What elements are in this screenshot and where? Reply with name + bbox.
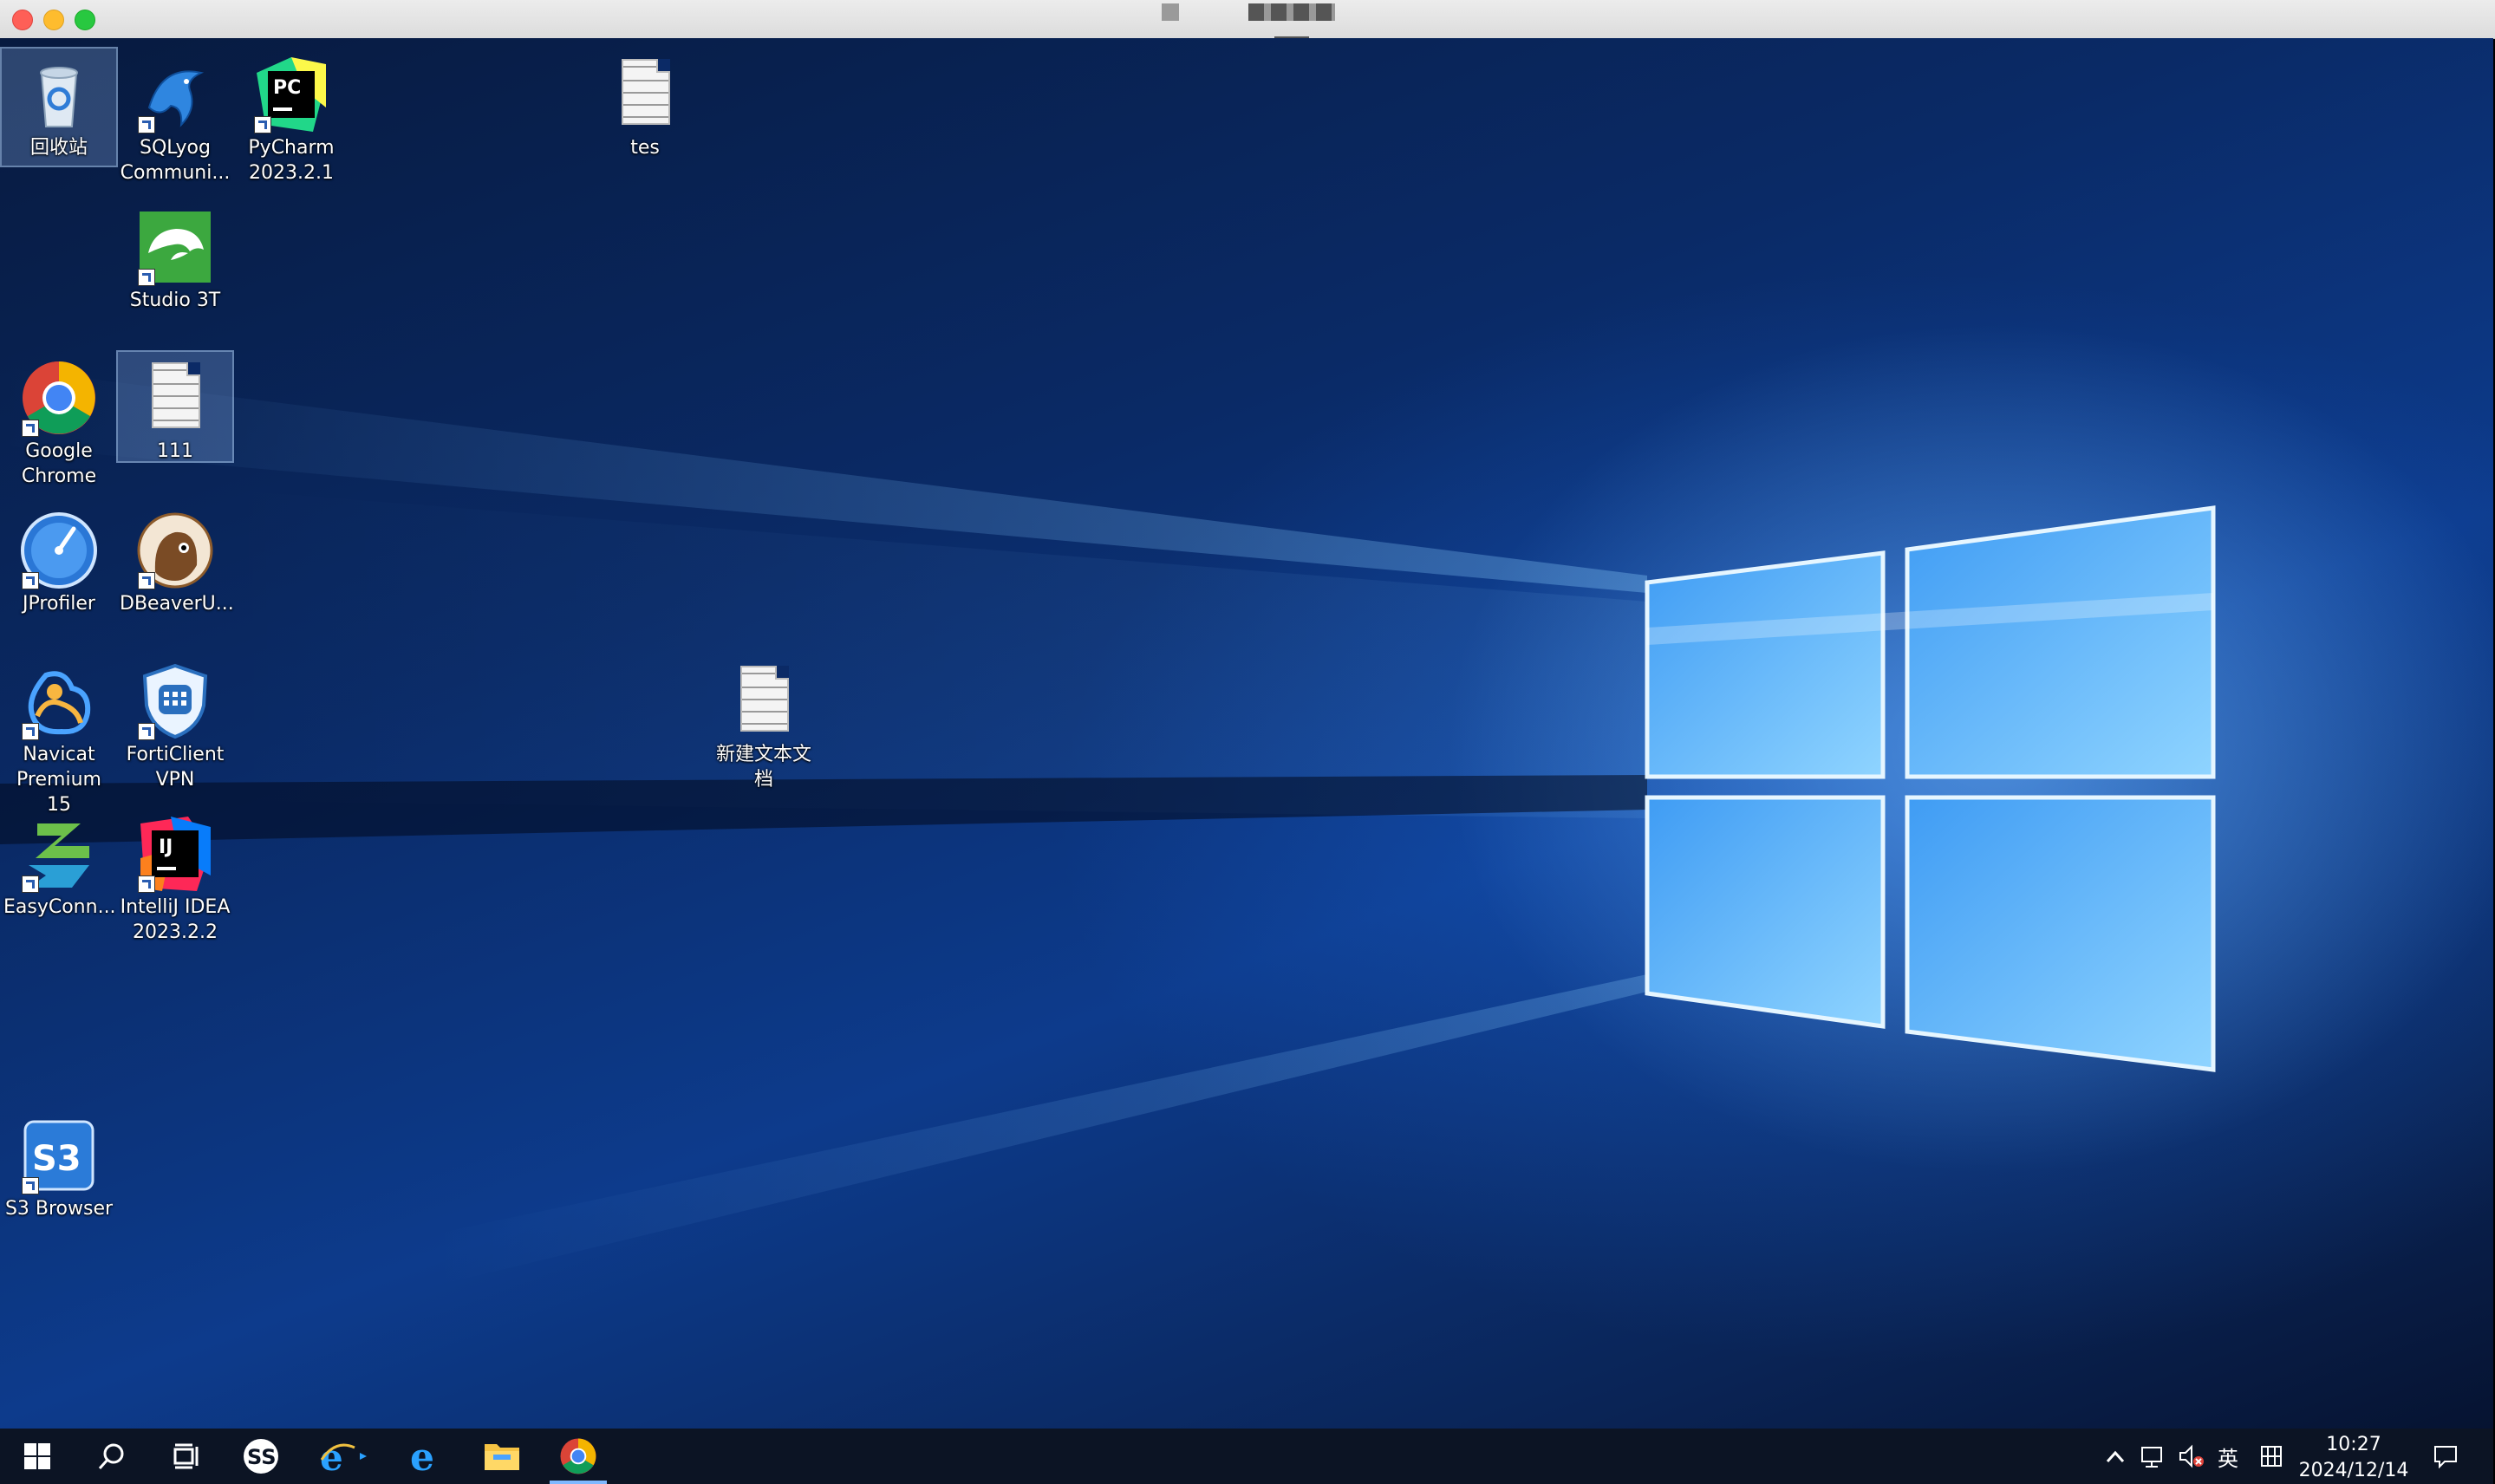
- volume-tray-button[interactable]: [2174, 1429, 2209, 1484]
- svg-text:SS: SS: [247, 1445, 277, 1469]
- chrome-icon: [560, 1438, 596, 1474]
- desktop-icon-s3-browser[interactable]: S3 S3 Browser: [2, 1110, 116, 1227]
- desktop-icon-label: PyCharm 2023.2.1: [248, 137, 335, 184]
- desktop-icon-dbeaver[interactable]: DBeaverU...: [118, 504, 234, 622]
- desktop-icon-label: tes: [630, 137, 660, 159]
- close-window-button[interactable]: [12, 10, 33, 30]
- desktop-icon-forticlient[interactable]: FortiClient VPN: [118, 655, 232, 797]
- network-icon: [2141, 1447, 2162, 1468]
- task-view-icon: [173, 1443, 199, 1469]
- chrome-taskbar-button[interactable]: [541, 1429, 616, 1484]
- minimize-window-button[interactable]: [43, 10, 64, 30]
- desktop-icon-label: EasyConn...: [3, 896, 116, 918]
- edge-legacy-icon: e: [410, 1437, 434, 1475]
- volume-muted-icon: [2179, 1444, 2204, 1468]
- task-view-button[interactable]: [149, 1429, 224, 1484]
- ie-pinned-button[interactable]: e: [307, 1429, 381, 1484]
- edge-button[interactable]: e: [390, 1429, 465, 1484]
- shortcut-arrow-icon: [138, 572, 155, 589]
- shortcut-arrow-icon: [138, 723, 155, 740]
- navicat-icon: [20, 662, 98, 740]
- search-icon: [98, 1443, 124, 1470]
- desktop[interactable]: 回收站 SQLyog Communi... PC PyCharm 2023.2.…: [0, 38, 2493, 1429]
- tray-overflow-chevron[interactable]: [2098, 1429, 2133, 1484]
- text-file-icon: [725, 662, 803, 740]
- window-title-redacted: [1162, 3, 1335, 39]
- desktop-icon-label: S3 Browser: [4, 1198, 114, 1220]
- search-button[interactable]: [75, 1429, 149, 1484]
- jprofiler-icon: [20, 511, 98, 589]
- shortcut-arrow-icon: [22, 723, 39, 740]
- shortcut-arrow-icon: [138, 116, 155, 133]
- desktop-icon-new-text-document[interactable]: 新建文本文档: [706, 655, 822, 797]
- maximize-window-button[interactable]: [75, 10, 95, 30]
- file-explorer-button[interactable]: [465, 1429, 539, 1484]
- desktop-icon-label: 新建文本文档: [715, 744, 811, 791]
- shortcut-arrow-icon: [254, 116, 271, 133]
- running-indicator: [550, 1481, 607, 1484]
- easyconnect-icon: [20, 815, 98, 893]
- shortcut-arrow-icon: [138, 875, 155, 893]
- desktop-icon-label: IntelliJ IDEA 2023.2.2: [120, 896, 231, 943]
- desktop-icon-studio3t[interactable]: Studio 3T: [118, 201, 232, 318]
- recycle-bin-icon: [20, 55, 98, 133]
- ime-mode-button[interactable]: [2254, 1429, 2289, 1484]
- app-ss-button[interactable]: SS: [224, 1429, 298, 1484]
- desktop-icon-label: Google Chrome: [21, 440, 97, 487]
- desktop-icon-label: 回收站: [29, 137, 88, 159]
- network-tray-button[interactable]: [2136, 1429, 2171, 1484]
- desktop-icon-label: DBeaverU...: [120, 593, 234, 615]
- dbeaver-icon: [136, 511, 214, 589]
- studio3t-icon: [136, 208, 214, 286]
- shortcut-arrow-icon: [138, 269, 155, 286]
- desktop-icon-sqlyog[interactable]: SQLyog Communi...: [118, 49, 232, 191]
- svg-text:PC: PC: [273, 77, 301, 99]
- desktop-icon-tes[interactable]: tes: [588, 49, 702, 166]
- intellij-icon: IJ: [136, 815, 214, 893]
- shortcut-arrow-icon: [22, 1177, 39, 1194]
- ime-language-button[interactable]: 英: [2211, 1429, 2245, 1484]
- taskbar: SS e e 英 10:27 2024/12/14: [0, 1429, 2493, 1484]
- desktop-icon-jprofiler[interactable]: JProfiler: [2, 504, 116, 622]
- folder-icon: [485, 1444, 519, 1470]
- notification-icon: [2434, 1446, 2457, 1468]
- taskbar-clock[interactable]: 10:27 2024/12/14: [2289, 1432, 2419, 1484]
- mac-title-bar: [0, 0, 2495, 39]
- s3-browser-icon: S3: [20, 1116, 98, 1194]
- windows-logo-wallpaper: [1645, 505, 2216, 1072]
- shortcut-arrow-icon: [22, 572, 39, 589]
- shortcut-arrow-icon: [22, 875, 39, 893]
- sqlyog-dolphin-icon: [136, 55, 214, 133]
- desktop-icon-111[interactable]: 111: [116, 350, 234, 463]
- desktop-icon-label: FortiClient VPN: [126, 744, 225, 791]
- desktop-icon-label: 111: [157, 440, 193, 462]
- internet-explorer-icon: e: [320, 1437, 367, 1475]
- svg-text:e: e: [410, 1437, 434, 1475]
- start-button[interactable]: [0, 1429, 75, 1484]
- pycharm-icon: PC: [252, 55, 330, 133]
- clock-date: 2024/12/14: [2298, 1460, 2409, 1481]
- app-ss-icon: SS: [244, 1439, 278, 1474]
- desktop-icon-chrome[interactable]: Google Chrome: [2, 352, 116, 494]
- chrome-icon: [20, 359, 98, 437]
- svg-text:S3: S3: [32, 1139, 81, 1179]
- clock-time: 10:27: [2326, 1434, 2381, 1455]
- desktop-icon-navicat[interactable]: Navicat Premium 15: [2, 655, 116, 823]
- forticlient-icon: [136, 662, 214, 740]
- keyboard-grid-icon: [2261, 1446, 2282, 1467]
- shortcut-arrow-icon: [22, 420, 39, 437]
- windows-start-icon: [24, 1443, 50, 1469]
- desktop-icon-recycle-bin[interactable]: 回收站: [0, 47, 118, 167]
- desktop-icon-label: JProfiler: [23, 593, 95, 615]
- desktop-icon-label: SQLyog Communi...: [120, 137, 231, 184]
- desktop-icon-pycharm[interactable]: PC PyCharm 2023.2.1: [234, 49, 349, 191]
- desktop-icon-intellij[interactable]: IJ IntelliJ IDEA 2023.2.2: [118, 808, 232, 950]
- desktop-icon-label: Studio 3T: [129, 290, 221, 311]
- action-center-button[interactable]: [2424, 1429, 2467, 1484]
- text-file-icon: [136, 359, 214, 437]
- text-file-icon: [606, 55, 684, 133]
- svg-text:IJ: IJ: [159, 836, 173, 858]
- chevron-up-icon: [2106, 1450, 2125, 1463]
- desktop-icon-easyconnect[interactable]: EasyConn...: [2, 808, 116, 925]
